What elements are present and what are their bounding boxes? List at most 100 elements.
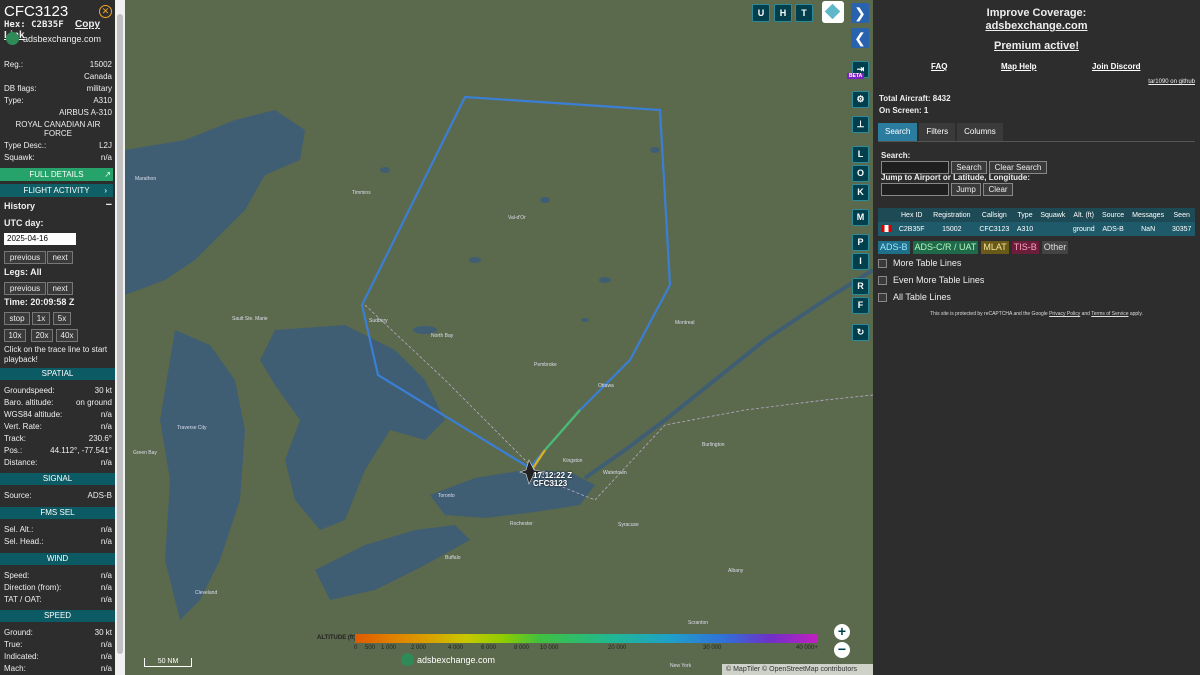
left-panel-scrollbar[interactable] [115,0,125,675]
map-view[interactable]: 17:12:22 Z CFC3123 Marathon Timmins Val-d'… [125,0,873,675]
checkbox-icon[interactable] [878,292,887,302]
wind-speed-row: Speed: n/a [4,571,112,580]
col-callsign[interactable]: Callsign [975,208,1014,222]
privacy-policy-link[interactable]: Privacy Policy [1049,311,1080,317]
groundspeed-value: 30 kt [94,386,112,395]
scrollbar-thumb[interactable] [117,14,123,654]
col-flag[interactable] [878,208,895,222]
brand-link[interactable]: adsbexchange.com [6,32,101,45]
tag-mlat[interactable]: MLAT [981,241,1009,254]
alt-tick-20000: 20 000 [608,645,627,651]
layers-button[interactable] [822,1,844,23]
map-button-r[interactable]: R [852,278,869,295]
tag-tisb[interactable]: TIS-B [1011,241,1039,254]
speed-5x-button[interactable]: 5x [53,312,71,325]
close-icon[interactable]: ✕ [99,5,112,18]
premium-link[interactable]: Premium active! [873,40,1200,52]
col-hex[interactable]: Hex ID [894,208,929,222]
next-day-button[interactable]: next [47,251,73,264]
faq-link[interactable]: FAQ [931,62,947,71]
tab-filters[interactable]: Filters [919,123,956,141]
zoom-in-button[interactable]: + [834,624,850,640]
map-button-h[interactable]: H [774,4,792,22]
dist-label: Distance: [4,458,38,467]
place-label: Albany [728,568,744,574]
site-link[interactable]: adsbexchange.com [873,20,1200,32]
row-seen: 30357 [1168,222,1195,236]
place-label: New York [670,663,692,669]
table-row[interactable]: C2B35F 15002 CFC3123 A310 ground ADS-B N… [878,222,1195,236]
col-source[interactable]: Source [1098,208,1128,222]
checkbox-icon[interactable] [878,275,887,285]
col-seen[interactable]: Seen [1168,208,1195,222]
discord-link[interactable]: Join Discord [1092,62,1140,71]
map-button-u[interactable]: U [752,4,770,22]
col-altitude[interactable]: Alt. (ft) [1069,208,1099,222]
terms-link[interactable]: Terms of Service [1091,311,1128,317]
checkbox-icon[interactable] [878,258,887,268]
aircraft-map-label[interactable]: 17:12:22 Z CFC3123 [533,472,572,488]
altitude-legend-title: ALTITUDE (ft) [317,635,356,641]
collapse-left-button[interactable]: ❮ [851,28,869,48]
stats-button[interactable]: ⊥ [852,116,869,133]
place-label: Sudbury [369,318,388,324]
github-link[interactable]: tar1090 on github [1148,79,1195,85]
map-button-o[interactable]: O [852,165,869,182]
expand-right-button[interactable]: ❯ [851,3,869,23]
speed-20x-button[interactable]: 20x [31,329,53,342]
map-help-link[interactable]: Map Help [1001,62,1037,71]
flight-trace-low[interactable] [544,409,581,451]
tag-other[interactable]: Other [1041,241,1069,254]
collapse-icon[interactable]: − [106,199,112,211]
next-leg-button[interactable]: next [47,282,73,295]
place-label: Sault Ste. Marie [232,316,268,322]
squawk-label: Squawk: [4,153,35,162]
col-registration[interactable]: Registration [928,208,976,222]
map-button-p[interactable]: P [852,234,869,251]
map-button-m[interactable]: M [852,209,869,226]
tab-columns[interactable]: Columns [957,123,1003,141]
map-button-i[interactable]: I [852,253,869,270]
col-type[interactable]: Type [1013,208,1037,222]
map-button-l[interactable]: L [852,146,869,163]
map-button-f[interactable]: F [852,297,869,314]
speed-40x-button[interactable]: 40x [56,329,78,342]
tag-adsb[interactable]: ADS-B [878,241,910,254]
alt-tick-8000: 8 000 [514,645,530,651]
col-messages[interactable]: Messages [1127,208,1169,222]
flight-trace-ground[interactable] [532,449,546,469]
flight-activity-label: FLIGHT ACTIVITY [23,186,90,195]
replay-button[interactable]: ↻ [852,324,869,341]
speed-10x-button[interactable]: 10x [4,329,26,342]
jump-input[interactable] [881,183,949,196]
recaptcha-notice: This site is protected by reCAPTCHA and … [873,311,1200,317]
speed-1x-button[interactable]: 1x [32,312,50,325]
jump-button[interactable]: Jump [951,183,981,196]
type-label: Type: [4,96,24,105]
stop-button[interactable]: stop [4,312,30,325]
clear-jump-button[interactable]: Clear [983,183,1013,196]
aircraft-table: Hex ID Registration Callsign Type Squawk… [878,208,1195,236]
previous-leg-button[interactable]: previous [4,282,46,295]
map-attribution[interactable]: © MapTiler © OpenStreetMap contributors [722,664,873,675]
full-details-button[interactable]: FULL DETAILS ↗ [0,168,113,181]
more-lines-checkbox[interactable]: More Table Lines [878,258,961,268]
place-label: Pembroke [534,362,557,368]
date-input[interactable]: 2025-04-16 [4,233,76,245]
tab-search[interactable]: Search [878,123,918,141]
flight-activity-button[interactable]: FLIGHT ACTIVITY › [0,184,113,197]
settings-button[interactable]: ⚙ [852,91,869,108]
map-button-k[interactable]: K [852,184,869,201]
all-lines-checkbox[interactable]: All Table Lines [878,292,951,302]
recaptcha-and: and [1081,311,1090,317]
search-label: Search: [881,151,911,160]
previous-day-button[interactable]: previous [4,251,46,264]
col-squawk[interactable]: Squawk [1036,208,1070,222]
zoom-out-button[interactable]: − [834,642,850,658]
row-registration: 15002 [928,222,976,236]
map-button-t[interactable]: T [795,4,813,22]
even-more-lines-checkbox[interactable]: Even More Table Lines [878,275,984,285]
map-brand-link[interactable]: adsbexchange.com [401,653,495,666]
wgs-value: n/a [100,410,112,419]
tag-adsc-uat[interactable]: ADS-C/R / UAT [912,241,979,254]
